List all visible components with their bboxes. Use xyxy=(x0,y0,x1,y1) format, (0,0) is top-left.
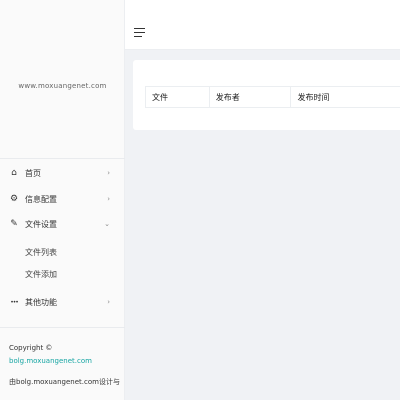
top-header xyxy=(125,0,400,50)
blog-link[interactable]: bolg.moxuangenet.com xyxy=(9,355,121,368)
menu-label-info-config: 信息配置 xyxy=(25,194,57,204)
chevron-right-icon: › xyxy=(107,298,110,306)
menu-item-file-settings[interactable]: ✎ 文件设置 ⌄ xyxy=(0,213,125,235)
sidebar-divider xyxy=(0,327,125,328)
submenu-item-file-add[interactable]: 文件添加 xyxy=(25,265,57,283)
file-table: 文件 发布者 发布时间 xyxy=(145,86,400,108)
site-url[interactable]: www.moxuangenet.com xyxy=(0,82,125,90)
pencil-icon: ✎ xyxy=(10,219,18,229)
chevron-right-icon: › xyxy=(107,169,110,177)
column-header-publisher: 发布者 xyxy=(209,86,292,108)
submenu-item-file-list[interactable]: 文件列表 xyxy=(25,243,57,261)
chevron-right-icon: › xyxy=(107,195,110,203)
column-header-file: 文件 xyxy=(145,86,210,108)
gear-icon: ⚙ xyxy=(9,194,19,204)
submenu-label-file-add: 文件添加 xyxy=(25,269,57,279)
sidebar: www.moxuangenet.com ⌂ 首页 › ⚙ 信息配置 › ✎ 文件… xyxy=(0,0,125,400)
menu-item-info-config[interactable]: ⚙ 信息配置 › xyxy=(0,188,125,210)
chevron-down-icon: ⌄ xyxy=(104,220,110,228)
sidebar-divider xyxy=(0,158,125,159)
menu-label-file-settings: 文件设置 xyxy=(25,219,57,229)
home-icon: ⌂ xyxy=(11,168,17,178)
column-header-publish-time: 发布时间 xyxy=(290,86,400,108)
menu-toggle-icon[interactable] xyxy=(134,28,146,38)
copyright-text: Copyright © xyxy=(9,344,53,352)
table-header-row: 文件 发布者 发布时间 xyxy=(145,86,400,108)
sidebar-footer: Copyright © bolg.moxuangenet.com 由bolg.m… xyxy=(9,342,121,389)
menu-item-home[interactable]: ⌂ 首页 › xyxy=(0,162,125,184)
menu-label-other: 其他功能 xyxy=(25,297,57,307)
submenu-label-file-list: 文件列表 xyxy=(25,247,57,257)
menu-item-other[interactable]: ••• 其他功能 › xyxy=(0,291,125,313)
more-icon: ••• xyxy=(10,298,19,306)
credit-text: 由bolg.moxuangenet.com设计与 xyxy=(9,378,120,386)
menu-label-home: 首页 xyxy=(25,168,41,178)
